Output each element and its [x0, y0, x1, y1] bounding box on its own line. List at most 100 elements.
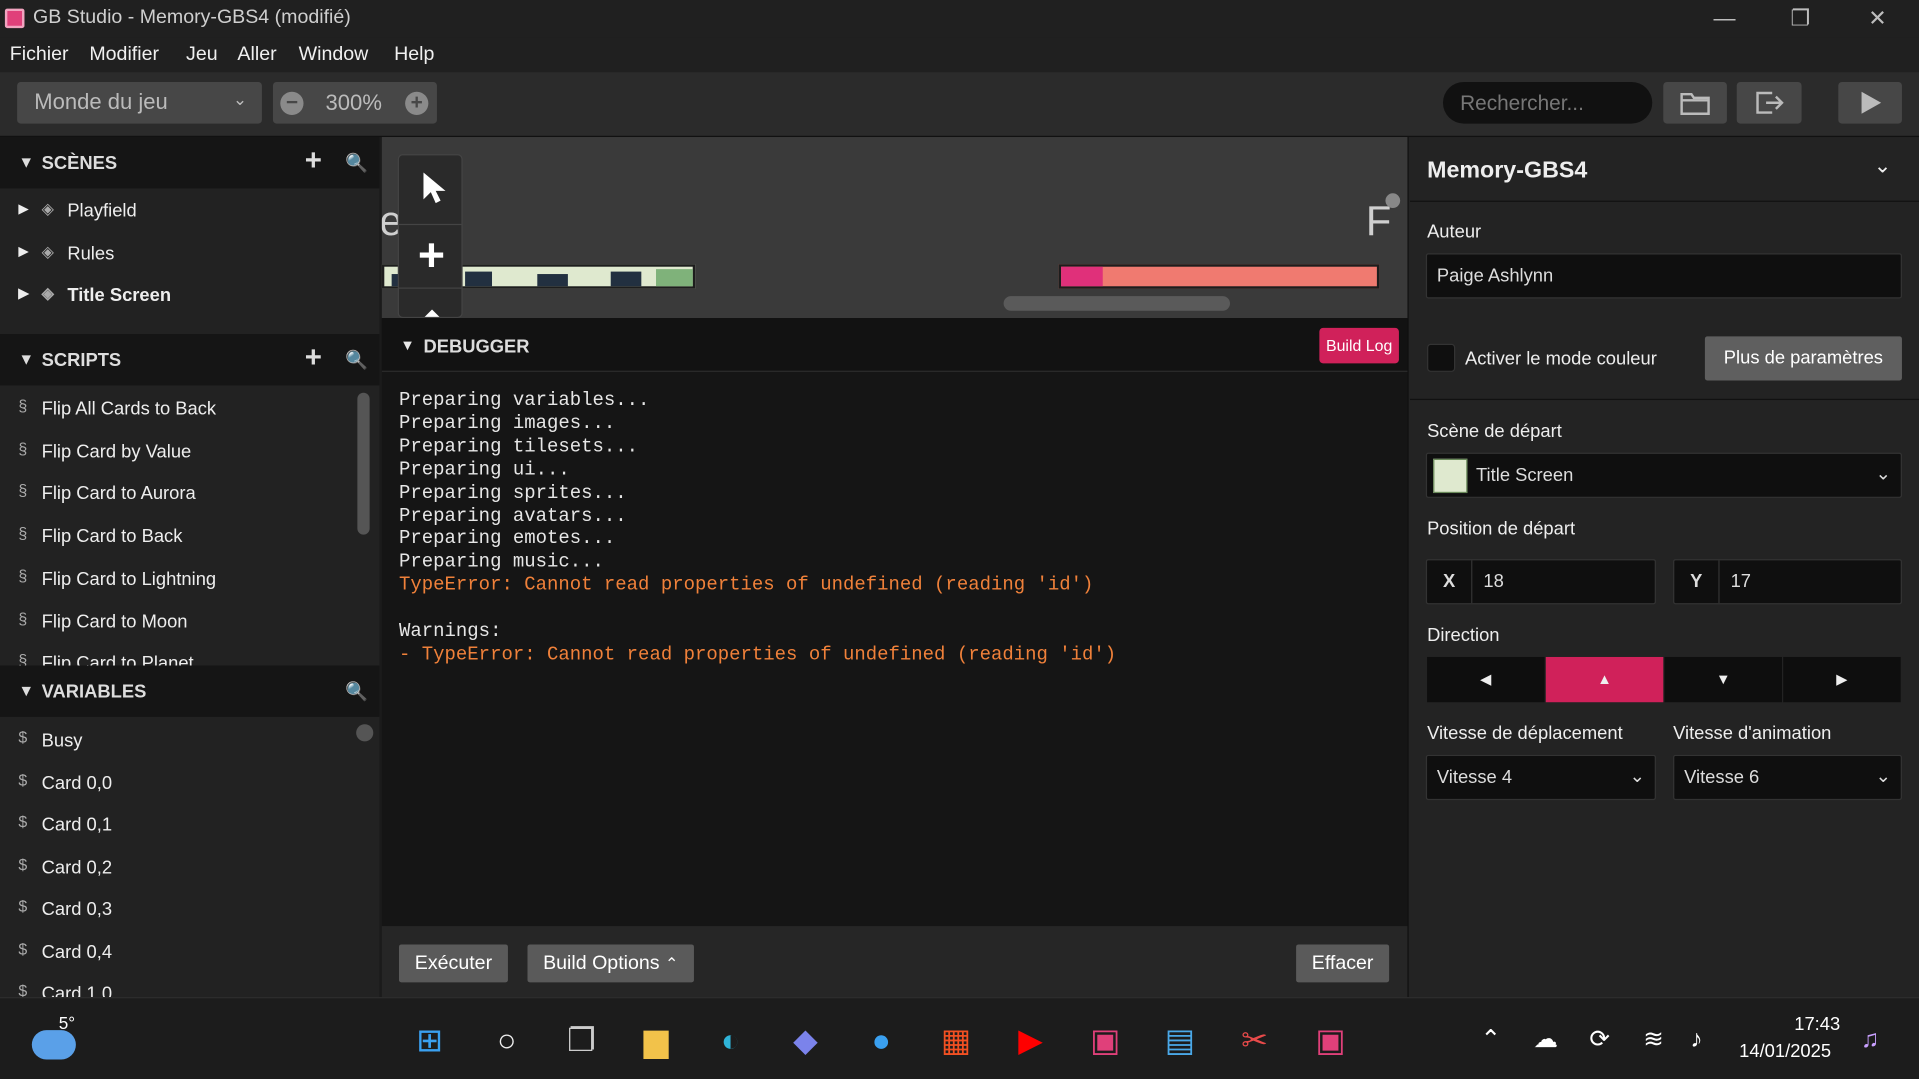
- restore-button[interactable]: ❐: [1762, 0, 1838, 38]
- move-speed-select[interactable]: Vitesse 4 ⌄: [1425, 754, 1656, 801]
- task-view-icon[interactable]: ❐: [559, 1018, 603, 1062]
- zoom-in-button[interactable]: +: [405, 91, 429, 115]
- variables-scrollbar[interactable]: [356, 724, 374, 742]
- control-panel-icon[interactable]: ▤: [1158, 1018, 1202, 1062]
- script-item[interactable]: § Flip Card to Lightning: [0, 558, 379, 600]
- author-field[interactable]: Paige Ashlynn: [1425, 253, 1902, 299]
- variable-item[interactable]: $ Card 0,0: [0, 762, 379, 804]
- world-canvas[interactable]: e F: [381, 137, 1408, 319]
- scene-handle-icon[interactable]: [1385, 193, 1401, 208]
- variable-label: Busy: [41, 730, 83, 752]
- scripts-list: § Flip All Cards to Back § Flip Card by Va…: [0, 387, 379, 666]
- search-input[interactable]: Rechercher...: [1442, 81, 1653, 124]
- script-label: Flip Card to Back: [41, 526, 183, 547]
- microsoft-store-icon[interactable]: ▦: [934, 1018, 978, 1062]
- youtube-icon[interactable]: ▶: [1008, 1018, 1052, 1062]
- start-x-field[interactable]: X 18: [1425, 559, 1656, 605]
- variable-item[interactable]: $ Busy: [0, 719, 379, 761]
- debugger-header[interactable]: ▼ DEBUGGER: [381, 318, 1408, 372]
- script-item[interactable]: § Flip Card to Back: [0, 515, 379, 557]
- start-y-field[interactable]: Y 17: [1673, 559, 1902, 605]
- tool-palette: +: [397, 154, 463, 319]
- script-item[interactable]: § Flip All Cards to Back: [0, 388, 379, 430]
- search-icon[interactable]: 🔍: [345, 349, 368, 371]
- add-scene-icon[interactable]: +: [305, 144, 322, 178]
- menu-jeu[interactable]: Jeu: [186, 44, 218, 66]
- start-scene-select[interactable]: Title Screen ⌄: [1425, 452, 1902, 498]
- scene-item-playfield[interactable]: ▶ ◈ Playfield: [0, 190, 379, 232]
- script-item[interactable]: § Flip Card to Moon: [0, 601, 379, 643]
- scripts-header[interactable]: ▼ SCRIPTS + 🔍: [0, 333, 380, 386]
- scene-thumbnail-playfield[interactable]: [1058, 264, 1380, 289]
- build-options-button[interactable]: Build Options ⌃: [527, 944, 694, 983]
- window-title: GB Studio - Memory-GBS4 (modifié): [33, 7, 351, 29]
- app-icon[interactable]: ●: [859, 1018, 903, 1062]
- variable-icon: $: [18, 812, 28, 831]
- notification-bell-icon[interactable]: ♫: [1848, 1018, 1892, 1062]
- sync-icon[interactable]: ⟳: [1578, 1018, 1622, 1062]
- direction-up-button[interactable]: ▲: [1545, 656, 1664, 703]
- menu-modifier[interactable]: Modifier: [89, 44, 159, 66]
- clear-button[interactable]: Effacer: [1296, 944, 1390, 983]
- clock-date[interactable]: 14/01/2025: [1739, 1041, 1831, 1062]
- color-mode-checkbox[interactable]: [1427, 343, 1456, 372]
- variable-item[interactable]: $ Card 0,4: [0, 931, 379, 973]
- gb-studio-active-icon[interactable]: ▣: [1308, 1018, 1352, 1062]
- variables-header[interactable]: ▼ VARIABLES 🔍: [0, 665, 380, 717]
- search-icon[interactable]: 🔍: [345, 152, 368, 174]
- run-game-button[interactable]: [1838, 81, 1902, 124]
- edge-browser-icon[interactable]: ◐: [709, 1018, 753, 1062]
- log-line: Preparing avatars...: [398, 504, 627, 527]
- clock-time[interactable]: 17:43: [1794, 1014, 1840, 1035]
- search-icon[interactable]: 🔍: [345, 680, 368, 702]
- scene-item-rules[interactable]: ▶ ◈ Rules: [0, 232, 379, 274]
- add-tool-button[interactable]: +: [398, 223, 462, 288]
- open-folder-button[interactable]: [1663, 81, 1727, 124]
- anim-speed-select[interactable]: Vitesse 6 ⌄: [1673, 754, 1902, 801]
- more-settings-button[interactable]: Plus de paramètres: [1704, 336, 1902, 381]
- menu-help[interactable]: Help: [394, 44, 434, 66]
- variable-item[interactable]: $ Card 0,2: [0, 847, 379, 889]
- add-script-icon[interactable]: +: [305, 341, 322, 375]
- minimize-button[interactable]: —: [1687, 0, 1763, 38]
- chevron-up-icon[interactable]: ⌃: [1469, 1018, 1513, 1062]
- script-label: Flip Card to Planet: [41, 653, 194, 666]
- zoom-out-button[interactable]: −: [280, 91, 304, 115]
- canvas-horizontal-scrollbar[interactable]: [1003, 296, 1231, 311]
- start-windows-icon[interactable]: ⊞: [408, 1018, 452, 1062]
- direction-right-button[interactable]: ▶: [1783, 656, 1901, 703]
- variable-item[interactable]: $ Card 0,1: [0, 804, 379, 846]
- snipping-tool-icon[interactable]: ✂: [1232, 1018, 1276, 1062]
- variable-item[interactable]: $ Card 0,3: [0, 888, 379, 930]
- chevron-down-icon[interactable]: ⌄: [1874, 154, 1891, 178]
- file-explorer-icon[interactable]: ▆: [634, 1018, 678, 1062]
- wifi-icon[interactable]: ≋: [1631, 1018, 1675, 1062]
- menu-window[interactable]: Window: [299, 44, 369, 66]
- volume-icon[interactable]: ♪: [1674, 1018, 1718, 1062]
- scene-item-title-screen[interactable]: ▶ ◈ Title Screen: [0, 274, 379, 316]
- collapse-triangle-icon: ▼: [18, 681, 35, 700]
- onedrive-icon[interactable]: ☁: [1524, 1018, 1568, 1062]
- build-log-button[interactable]: Build Log: [1319, 327, 1399, 364]
- direction-left-button[interactable]: ◀: [1427, 656, 1545, 703]
- gb-studio-taskbar-icon[interactable]: ▣: [1083, 1018, 1127, 1062]
- variable-item[interactable]: $ Card 1,0: [0, 973, 379, 997]
- scenes-header[interactable]: ▼ SCÈNES + 🔍: [0, 137, 380, 189]
- build-options-label: Build Options: [543, 953, 660, 974]
- scripts-scrollbar[interactable]: [357, 392, 370, 535]
- script-item[interactable]: § Flip Card to Planet: [0, 642, 379, 666]
- select-tool-button[interactable]: [399, 160, 461, 224]
- teams-icon[interactable]: ◆: [783, 1018, 827, 1062]
- menu-fichier[interactable]: Fichier: [10, 44, 69, 66]
- direction-down-button[interactable]: ▼: [1664, 656, 1782, 703]
- menu-aller[interactable]: Aller: [237, 44, 276, 66]
- eraser-tool-button[interactable]: [398, 287, 462, 317]
- script-item[interactable]: § Flip Card by Value: [0, 431, 379, 473]
- taskbar-search-icon[interactable]: ○: [485, 1018, 529, 1062]
- script-item[interactable]: § Flip Card to Aurora: [0, 472, 379, 514]
- weather-icon[interactable]: [31, 1030, 76, 1060]
- export-button[interactable]: [1736, 81, 1802, 124]
- close-button[interactable]: ✕: [1840, 0, 1916, 38]
- run-button[interactable]: Exécuter: [398, 944, 508, 983]
- view-select[interactable]: Monde du jeu ⌄: [17, 81, 262, 124]
